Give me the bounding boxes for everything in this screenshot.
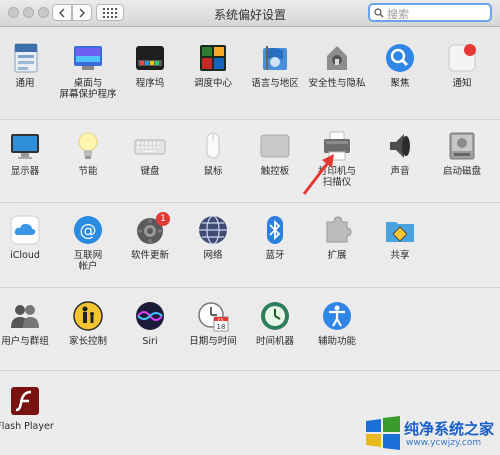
pane-dock[interactable]: 程序坞 <box>120 42 180 92</box>
mouse-icon <box>206 132 220 159</box>
pane-parental-controls[interactable]: 家长控制 <box>58 300 118 350</box>
security-privacy-icon <box>327 46 347 70</box>
pane-label: 软件更新 <box>130 250 169 261</box>
pane-sharing[interactable]: 共享 <box>370 214 430 264</box>
pane-language-region[interactable]: 语言与地区 <box>245 42 305 92</box>
pane-internet-accounts[interactable]: @ 互联网 帐户 <box>58 214 118 272</box>
pane-label: 安全性与隐私 <box>308 78 366 89</box>
pane-software-update[interactable]: 1 软件更新 <box>120 212 180 264</box>
spotlight-icon <box>386 44 414 72</box>
title-bar: 系统偏好设置 搜索 <box>0 0 500 27</box>
svg-text:@: @ <box>80 221 97 241</box>
pane-keyboard[interactable]: 键盘 <box>120 130 180 180</box>
pane-label: Flash Player <box>0 421 54 432</box>
pane-mouse[interactable]: 鼠标 <box>183 130 243 180</box>
windows-logo-icon <box>366 416 400 450</box>
language-region-icon <box>263 46 287 70</box>
parental-controls-icon <box>73 301 103 331</box>
mission-control-icon <box>200 45 226 71</box>
pane-security-privacy[interactable]: 安全性与隐私 <box>307 42 367 92</box>
pane-mission-control[interactable]: 调度中心 <box>183 42 243 92</box>
time-machine-icon <box>261 302 289 330</box>
energy-saver-icon <box>78 132 98 159</box>
pane-label: 扩展 <box>327 250 347 261</box>
keyboard-icon <box>134 139 166 155</box>
pane-displays[interactable]: 显示器 <box>0 130 55 180</box>
update-badge: 1 <box>156 212 170 226</box>
internet-accounts-icon: @ <box>74 216 102 244</box>
watermark-brand: 纯净系统之家 <box>404 420 495 438</box>
accessibility-icon <box>323 302 351 330</box>
date-time-icon: JUL 18 <box>198 302 229 332</box>
icloud-icon <box>10 215 40 245</box>
pane-accessibility[interactable]: 辅助功能 <box>307 300 367 350</box>
pane-flash-player[interactable]: Flash Player <box>0 385 55 435</box>
pane-bluetooth[interactable]: 蓝牙 <box>245 214 305 264</box>
pane-label: 程序坞 <box>135 78 165 89</box>
pane-extensions[interactable]: 扩展 <box>307 214 367 264</box>
desktop-screensaver-icon <box>74 46 102 70</box>
pane-label: 键盘 <box>140 166 160 177</box>
pane-label: 辅助功能 <box>317 336 356 347</box>
flash-player-icon <box>11 387 39 415</box>
extensions-icon <box>326 216 352 243</box>
siri-icon <box>136 302 164 330</box>
pane-users-groups[interactable]: 用户与群组 <box>0 300 55 350</box>
watermark: 纯净系统之家 www.ycwjzy.com <box>352 412 500 455</box>
watermark-url: www.ycwjzy.com <box>406 438 482 448</box>
search-icon <box>374 8 384 18</box>
pane-notifications[interactable]: 通知 <box>432 42 492 92</box>
pane-startup-disk[interactable]: 启动磁盘 <box>432 130 492 180</box>
dock-icon <box>136 46 164 70</box>
sharing-icon <box>386 222 414 242</box>
pane-siri[interactable]: Siri <box>120 300 180 350</box>
calendar-month: JUL <box>217 318 224 322</box>
pane-time-machine[interactable]: 时间机器 <box>245 300 305 350</box>
trackpad-icon <box>260 134 290 158</box>
network-icon <box>199 215 227 245</box>
startup-disk-icon <box>449 132 475 160</box>
bluetooth-icon <box>267 216 283 244</box>
pane-label: 启动磁盘 <box>442 166 481 177</box>
search-placeholder: 搜索 <box>387 8 409 21</box>
pane-label: 通知 <box>452 78 472 89</box>
pane-spotlight[interactable]: 聚焦 <box>370 42 430 92</box>
annotation-arrow <box>302 154 334 195</box>
pane-general[interactable]: 通用 <box>0 42 55 92</box>
pane-sound[interactable]: 声音 <box>370 130 430 180</box>
notifications-icon <box>448 44 476 72</box>
displays-icon <box>11 134 39 159</box>
pane-energy-saver[interactable]: 节能 <box>58 130 118 180</box>
search-input[interactable]: 搜索 <box>368 3 492 22</box>
pane-desktop-screensaver[interactable]: 桌面与 屏幕保护程序 <box>58 42 118 102</box>
pane-network[interactable]: 网络 <box>183 214 243 264</box>
general-icon <box>14 43 38 73</box>
pane-icloud[interactable]: iCloud <box>0 214 55 264</box>
users-groups-icon <box>11 305 39 328</box>
pane-trackpad[interactable]: 触控板 <box>245 130 305 180</box>
pane-date-time[interactable]: JUL 18 日期与时间 <box>183 300 243 350</box>
calendar-day: 18 <box>217 323 226 331</box>
pane-label: 共享 <box>390 250 410 261</box>
sound-icon <box>390 134 410 158</box>
pane-label: Siri <box>142 336 158 347</box>
